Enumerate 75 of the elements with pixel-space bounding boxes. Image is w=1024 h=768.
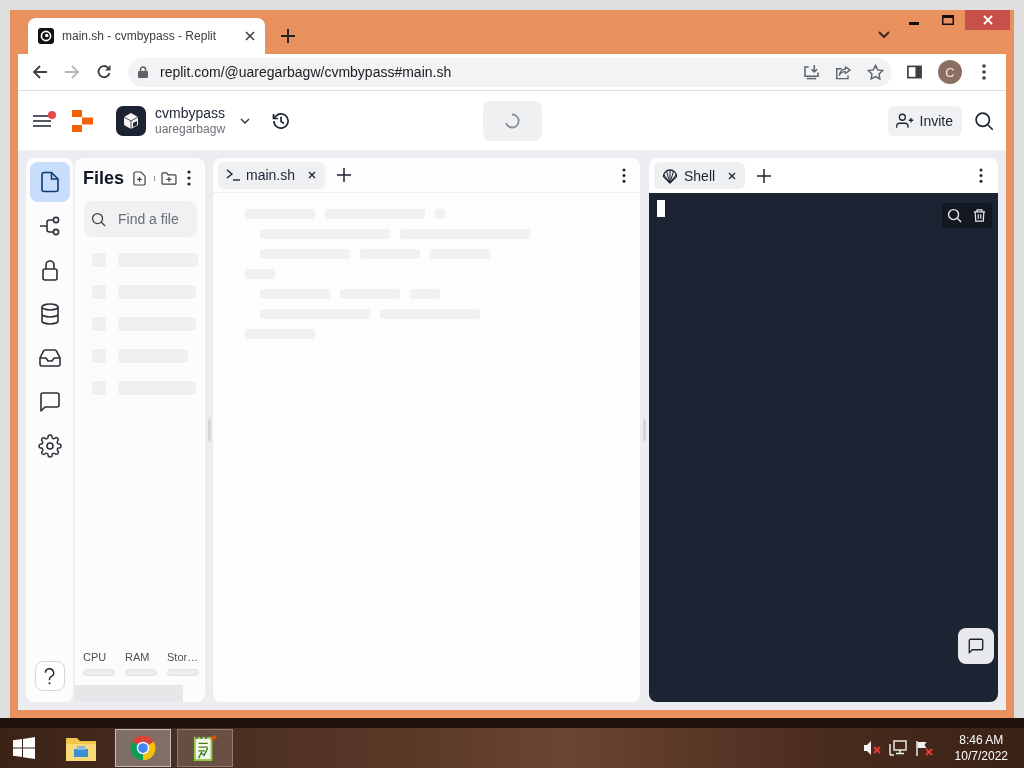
- windows-logo-icon: [13, 737, 35, 759]
- star-icon: [866, 63, 884, 81]
- chat-bubble-icon: [967, 637, 985, 655]
- maximize-icon: [942, 15, 954, 25]
- terminal-prompt-icon: [226, 169, 240, 181]
- taskbar-app[interactable]: [177, 729, 233, 767]
- trash-icon: [972, 208, 987, 223]
- plus-icon: [337, 168, 352, 182]
- network-icon: [888, 740, 907, 756]
- plus-icon: [281, 29, 295, 43]
- address-bar[interactable]: replit.com/@uaregarbagw/cvmbypass#main.sh: [128, 57, 892, 87]
- more-vertical-icon: [187, 170, 192, 186]
- clock-time: 8:46 AM: [959, 732, 1004, 748]
- resource-label: Stor…: [167, 651, 199, 664]
- flag-warning-icon: [914, 740, 933, 756]
- shell-tab[interactable]: Shell: [654, 162, 746, 189]
- seashell-icon: [662, 167, 678, 184]
- share-arrow-icon: [834, 64, 852, 80]
- sidebar-item[interactable]: [29, 162, 70, 202]
- question-mark-icon: [44, 667, 55, 685]
- meter-track: [125, 669, 157, 676]
- search-field[interactable]: Find a file: [84, 201, 197, 237]
- close-icon: [728, 171, 737, 180]
- close-icon: [245, 31, 255, 41]
- lock-icon: [138, 66, 148, 78]
- close-icon: [308, 171, 317, 179]
- file-tab[interactable]: main.sh: [218, 161, 326, 189]
- chevron-down-icon: [878, 31, 890, 39]
- history-icon: [271, 110, 292, 131]
- left-arrow-icon: [32, 64, 48, 80]
- search-button[interactable]: [945, 206, 964, 225]
- notepad-icon: [192, 734, 218, 762]
- browser-tab[interactable]: main.sh - cvmbypass - Replit: [28, 18, 265, 54]
- meter-track: [83, 669, 115, 676]
- branch-icon: [37, 214, 62, 238]
- meter-track: [167, 669, 199, 676]
- plus-icon: [757, 168, 772, 183]
- inbox-tray-icon: [37, 346, 62, 370]
- cube-icon: [116, 105, 146, 136]
- reload-icon: [96, 64, 112, 80]
- browser-icon: [128, 733, 158, 763]
- spiral-favicon-icon: [38, 28, 54, 44]
- replit-logo-icon: [72, 109, 93, 132]
- close-icon: [982, 15, 993, 25]
- repl-owner: uaregarbagw: [155, 121, 226, 137]
- chevron-down-icon: [240, 117, 251, 124]
- add-user-icon: [895, 111, 914, 130]
- minimize-icon: [909, 22, 919, 25]
- close-window-button[interactable]: [965, 10, 1010, 30]
- muted-speaker-icon: [862, 740, 881, 756]
- more-vertical-icon: [982, 64, 986, 80]
- more-vertical-icon: [622, 167, 626, 183]
- more-vertical-icon: [979, 168, 983, 183]
- terminal-cursor: [657, 200, 665, 217]
- search-icon: [947, 208, 962, 223]
- resource-label: CPU: [83, 651, 107, 664]
- clock-date: 10/7/2022: [954, 748, 1008, 764]
- panel-title: Files: [83, 167, 125, 189]
- search-icon: [974, 110, 994, 131]
- repl-name: cvmbypass: [155, 104, 226, 121]
- folder-plus-icon: [161, 171, 178, 185]
- side-panel-icon: [906, 65, 922, 79]
- chat-bubble-icon: [37, 390, 62, 414]
- feedback-button[interactable]: [958, 628, 994, 664]
- settings-icon: [37, 434, 62, 458]
- file-plus-icon: [132, 170, 146, 186]
- help-button[interactable]: [34, 661, 65, 691]
- invite-button[interactable]: Invite: [887, 105, 962, 136]
- right-arrow-icon: [64, 64, 80, 80]
- spinner-icon: [504, 112, 520, 129]
- menu-icon: [33, 113, 51, 128]
- monitor-download-icon: [802, 64, 820, 80]
- search-icon: [91, 211, 106, 227]
- resource-label: RAM: [125, 651, 150, 664]
- profile-button[interactable]: C: [938, 60, 962, 84]
